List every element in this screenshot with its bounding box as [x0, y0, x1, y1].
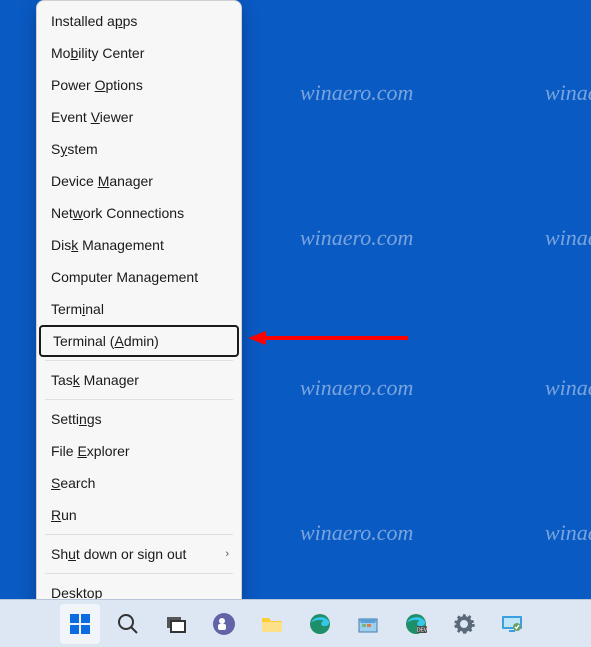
taskbar-store-app[interactable] [348, 604, 388, 644]
menu-item-power-options[interactable]: Power Options [37, 69, 241, 101]
winx-context-menu[interactable]: Installed apps Mobility Center Power Optio… [36, 0, 242, 614]
menu-item-terminal-admin[interactable]: Terminal (Admin) [39, 325, 239, 357]
menu-item-search[interactable]: Search [37, 467, 241, 499]
menu-item-network-connections[interactable]: Network Connections [37, 197, 241, 229]
menu-item-label: Terminal (Admin) [53, 333, 159, 349]
menu-item-computer-management[interactable]: Computer Management [37, 261, 241, 293]
menu-item-terminal[interactable]: Terminal [37, 293, 241, 325]
menu-separator [45, 573, 233, 574]
menu-item-label: Network Connections [51, 205, 184, 221]
menu-item-label: File Explorer [51, 443, 130, 459]
menu-item-installed-apps[interactable]: Installed apps [37, 5, 241, 37]
taskbar-edge-dev[interactable]: DEV [396, 604, 436, 644]
watermark: winaero.com [300, 375, 413, 401]
menu-item-label: Computer Management [51, 269, 198, 285]
taskbar-task-view[interactable] [156, 604, 196, 644]
watermark: winaero.com [300, 225, 413, 251]
menu-item-label: Mobility Center [51, 45, 144, 61]
menu-item-label: Power Options [51, 77, 143, 93]
watermark: winaero.com [300, 520, 413, 546]
menu-separator [45, 360, 233, 361]
menu-item-device-manager[interactable]: Device Manager [37, 165, 241, 197]
menu-item-label: Installed apps [51, 13, 137, 29]
menu-item-disk-management[interactable]: Disk Management [37, 229, 241, 261]
menu-item-system[interactable]: System [37, 133, 241, 165]
watermark: winaero.com [300, 80, 413, 106]
menu-item-label: System [51, 141, 98, 157]
menu-item-mobility-center[interactable]: Mobility Center [37, 37, 241, 69]
taskbar-settings[interactable] [444, 604, 484, 644]
watermark: winaero.com [545, 375, 591, 401]
arrow-annotation [248, 330, 408, 346]
menu-item-event-viewer[interactable]: Event Viewer [37, 101, 241, 133]
menu-separator [45, 534, 233, 535]
chevron-right-icon: › [225, 538, 229, 570]
menu-item-label: Run [51, 507, 77, 523]
taskbar-teams[interactable] [204, 604, 244, 644]
menu-item-label: Shut down or sign out [51, 546, 186, 562]
taskbar-remote-app[interactable] [492, 604, 532, 644]
menu-item-label: Terminal [51, 301, 104, 317]
menu-item-label: Settings [51, 411, 102, 427]
menu-separator [45, 399, 233, 400]
svg-text:DEV: DEV [416, 627, 427, 633]
taskbar-start[interactable] [60, 604, 100, 644]
menu-item-settings[interactable]: Settings [37, 403, 241, 435]
menu-item-shut-down-or-sign-out[interactable]: Shut down or sign out › [37, 538, 241, 570]
menu-item-label: Device Manager [51, 173, 153, 189]
menu-item-file-explorer[interactable]: File Explorer [37, 435, 241, 467]
watermark: winaero.com [545, 520, 591, 546]
taskbar-file-explorer[interactable] [252, 604, 292, 644]
menu-item-label: Disk Management [51, 237, 164, 253]
taskbar: DEV [0, 599, 591, 647]
menu-item-label: Search [51, 475, 95, 491]
menu-item-task-manager[interactable]: Task Manager [37, 364, 241, 396]
menu-item-label: Event Viewer [51, 109, 133, 125]
menu-item-label: Task Manager [51, 372, 139, 388]
watermark: winaero.com [545, 225, 591, 251]
menu-item-run[interactable]: Run [37, 499, 241, 531]
taskbar-search[interactable] [108, 604, 148, 644]
taskbar-edge[interactable] [300, 604, 340, 644]
watermark: winaero.com [545, 80, 591, 106]
